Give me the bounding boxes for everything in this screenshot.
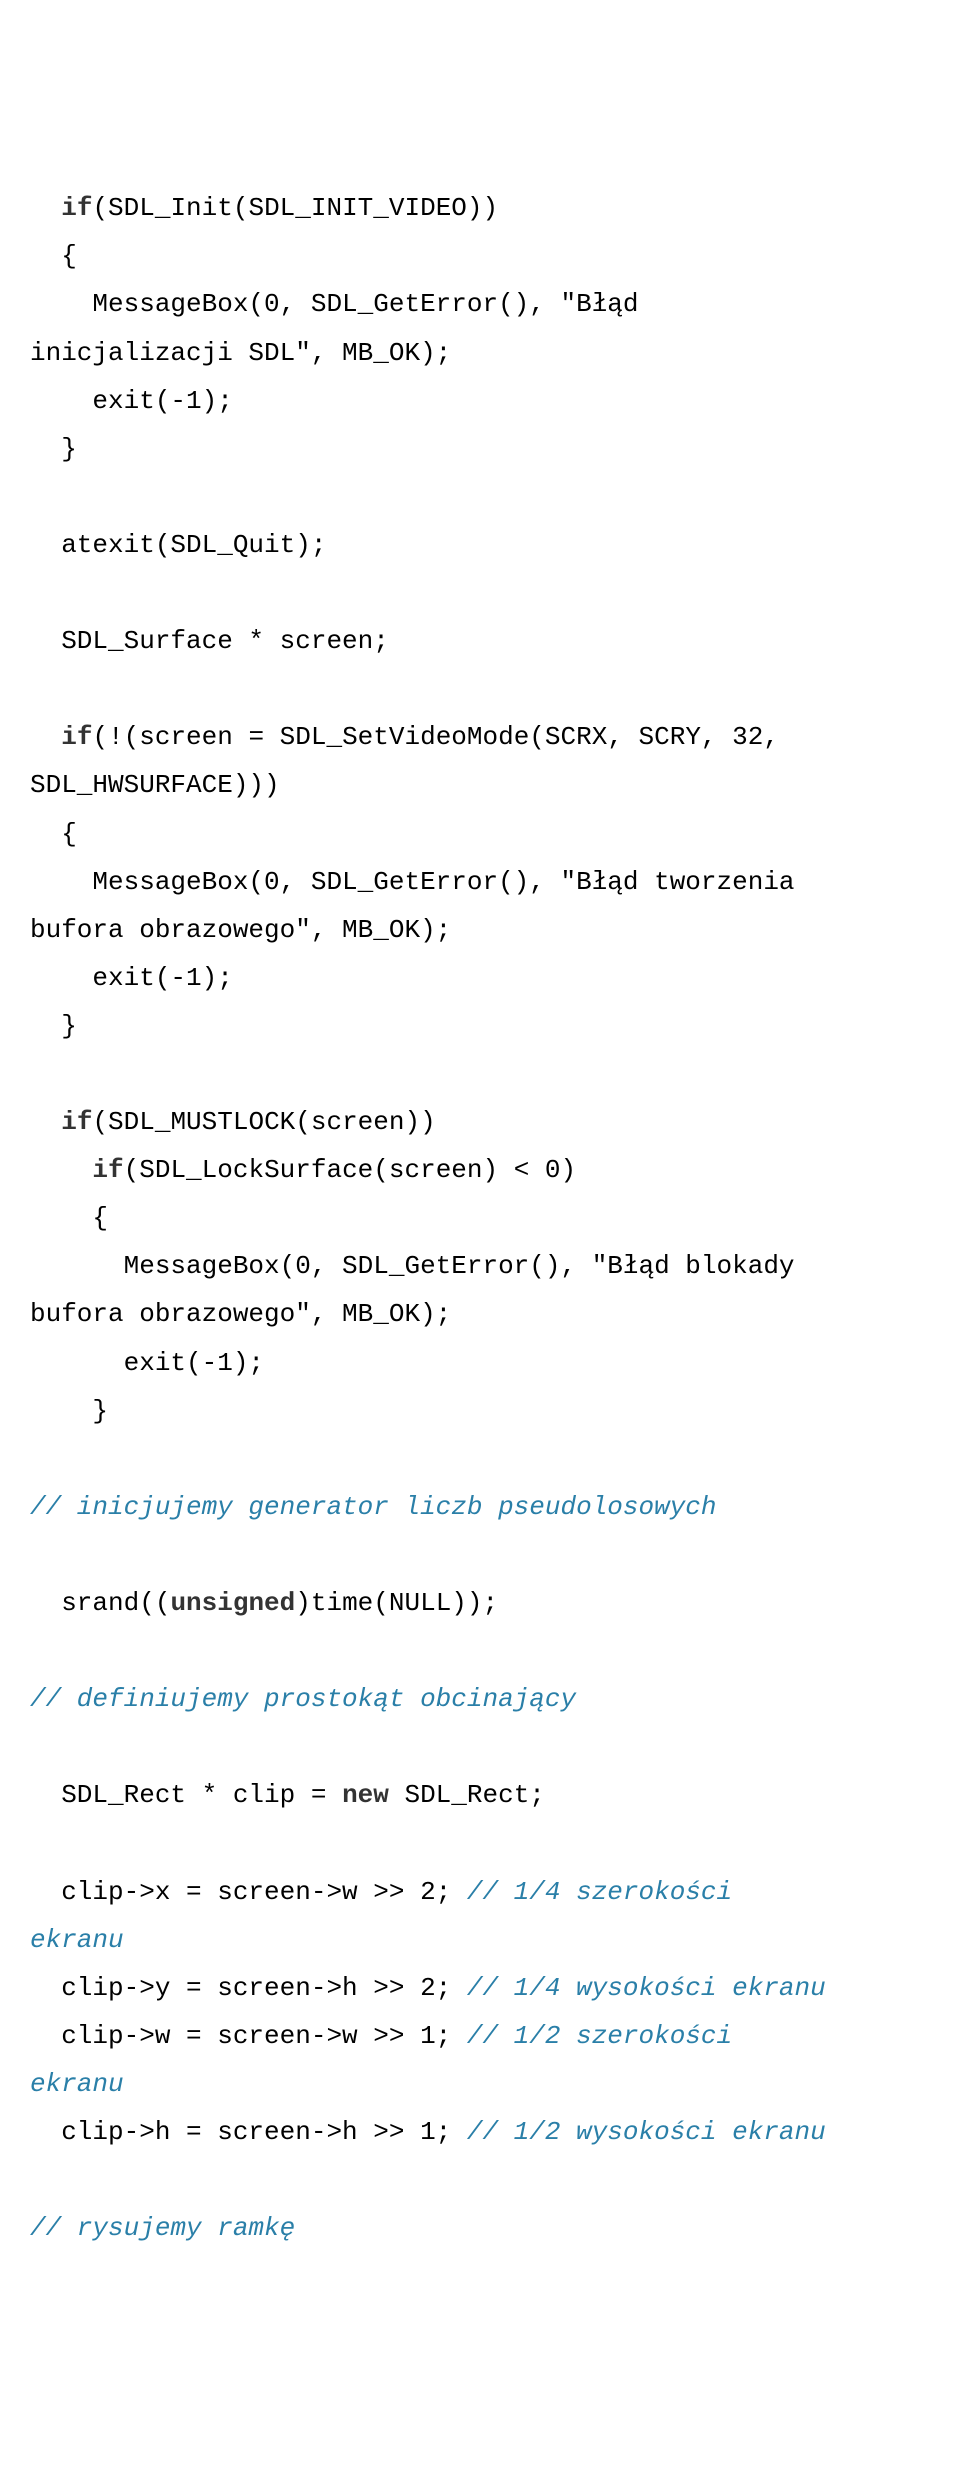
code-line [30,1627,930,1675]
code-line: // definiujemy prostokąt obcinający [30,1675,930,1723]
code-line: if(SDL_LockSurface(screen) < 0) [30,1146,930,1194]
code-line: if(!(screen = SDL_SetVideoMode(SCRX, SCR… [30,713,930,761]
code-line: MessageBox(0, SDL_GetError(), "Błąd twor… [30,858,930,906]
code-line: exit(-1); [30,954,930,1002]
code-line [30,1819,930,1867]
code-line: } [30,1387,930,1435]
code-line: } [30,1002,930,1050]
code-line: MessageBox(0, SDL_GetError(), "Błąd [30,280,930,328]
code-line [30,1435,930,1483]
code-line: { [30,810,930,858]
code-line [30,473,930,521]
code-line: if(SDL_MUSTLOCK(screen)) [30,1098,930,1146]
code-line: ekranu [30,1916,930,1964]
code-line: srand((unsigned)time(NULL)); [30,1579,930,1627]
code-line: exit(-1); [30,1339,930,1387]
code-line: clip->h = screen->h >> 1; // 1/2 wysokoś… [30,2108,930,2156]
code-line [30,1723,930,1771]
code-line: clip->y = screen->h >> 2; // 1/4 wysokoś… [30,1964,930,2012]
code-line: SDL_Rect * clip = new SDL_Rect; [30,1771,930,1819]
code-line: bufora obrazowego", MB_OK); [30,906,930,954]
code-line: MessageBox(0, SDL_GetError(), "Błąd blok… [30,1242,930,1290]
code-line [30,665,930,713]
code-line: ekranu [30,2060,930,2108]
code-line: { [30,232,930,280]
code-line: atexit(SDL_Quit); [30,521,930,569]
code-block: if(SDL_Init(SDL_INIT_VIDEO)) { MessageBo… [30,184,930,2252]
code-line: if(SDL_Init(SDL_INIT_VIDEO)) [30,184,930,232]
code-line: clip->w = screen->w >> 1; // 1/2 szeroko… [30,2012,930,2060]
code-line: // rysujemy ramkę [30,2204,930,2252]
code-line: clip->x = screen->w >> 2; // 1/4 szeroko… [30,1868,930,1916]
code-line [30,1050,930,1098]
code-line: { [30,1194,930,1242]
code-line: SDL_HWSURFACE))) [30,761,930,809]
code-line: exit(-1); [30,377,930,425]
code-line: bufora obrazowego", MB_OK); [30,1290,930,1338]
code-line: } [30,425,930,473]
code-line: inicjalizacji SDL", MB_OK); [30,329,930,377]
code-line [30,569,930,617]
code-line [30,1531,930,1579]
code-line [30,2156,930,2204]
code-line: SDL_Surface * screen; [30,617,930,665]
code-line: // inicjujemy generator liczb pseudoloso… [30,1483,930,1531]
